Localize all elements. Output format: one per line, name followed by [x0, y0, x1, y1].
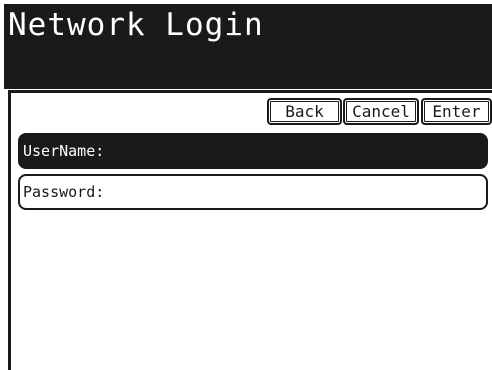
page-title: Network Login [8, 7, 264, 43]
cancel-button[interactable]: Cancel [343, 98, 419, 125]
username-label: UserName: [23, 142, 105, 160]
title-bar: Network Login [4, 4, 492, 89]
content-panel [8, 90, 492, 370]
enter-button[interactable]: Enter [421, 98, 492, 125]
back-button[interactable]: Back [267, 98, 342, 125]
password-label: Password: [23, 183, 105, 201]
username-field[interactable]: UserName: [18, 133, 488, 169]
password-field[interactable]: Password: [18, 174, 488, 210]
